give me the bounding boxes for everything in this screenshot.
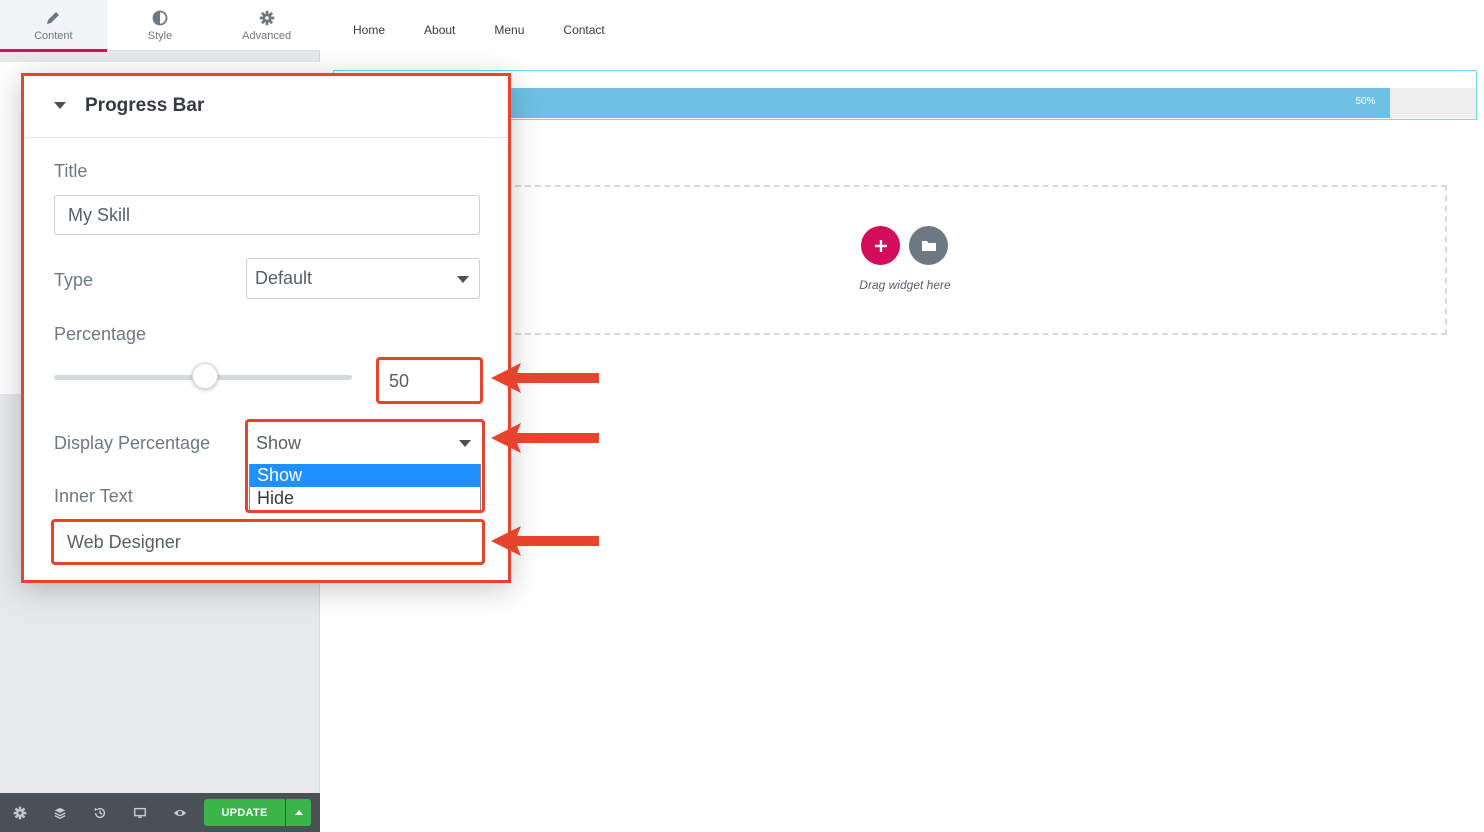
- arrow-left-icon: [491, 423, 599, 453]
- tab-advanced[interactable]: Advanced: [213, 0, 320, 51]
- inner-text-label: Inner Text: [54, 486, 133, 506]
- history-icon: [94, 807, 106, 818]
- folder-icon: [921, 240, 936, 251]
- tab-label: Style: [147, 29, 173, 42]
- contrast-icon: [152, 10, 168, 25]
- chevron-down-icon: [457, 276, 469, 283]
- inner-text-highlight: [51, 519, 485, 565]
- section-header[interactable]: Progress Bar: [24, 76, 508, 138]
- percentage-highlight: [376, 357, 483, 404]
- title-input[interactable]: My Skill: [54, 195, 480, 235]
- settings-button[interactable]: [0, 793, 40, 832]
- responsive-mode-button[interactable]: [120, 793, 160, 832]
- arrow-left-icon: [491, 526, 599, 556]
- section-title: Progress Bar: [85, 95, 205, 116]
- preview-icon: [173, 809, 187, 816]
- tab-style[interactable]: Style: [107, 0, 214, 51]
- drag-widget-label: Drag widget here: [859, 278, 951, 292]
- nav-item-home[interactable]: Home: [353, 23, 385, 37]
- percentage-label: Percentage: [54, 324, 147, 344]
- gear-icon: [259, 10, 274, 25]
- plus-icon: [874, 239, 887, 252]
- arrow-left-icon: [491, 363, 599, 393]
- layers-icon: [54, 807, 66, 819]
- caret-up-icon: [294, 810, 303, 815]
- tab-label: Advanced: [242, 29, 292, 42]
- update-options-button[interactable]: [286, 799, 311, 826]
- display-percentage-label: Display Percentage: [54, 433, 211, 453]
- update-button[interactable]: UPDATE: [204, 799, 285, 826]
- tab-content[interactable]: Content: [0, 0, 107, 52]
- progress-bar-percentage: 50%: [1355, 96, 1376, 107]
- progress-bar-settings-panel: Progress Bar Title My Skill Type Default…: [21, 73, 511, 583]
- preview-button[interactable]: [160, 793, 200, 832]
- editor-tabs: Content Style Advanced: [0, 0, 320, 52]
- editor-footer-toolbar: UPDATE: [0, 793, 320, 832]
- title-input-value: My Skill: [68, 204, 130, 225]
- responsive-icon: [134, 807, 146, 818]
- pencil-icon: [47, 11, 60, 24]
- display-percentage-highlight: [245, 419, 485, 513]
- history-button[interactable]: [80, 793, 120, 832]
- site-navigation: Home About Menu Contact: [353, 23, 644, 37]
- nav-item-contact[interactable]: Contact: [563, 23, 604, 37]
- add-section-button[interactable]: [861, 226, 900, 265]
- title-label: Title: [54, 161, 88, 181]
- settings-icon: [13, 806, 27, 819]
- nav-item-about[interactable]: About: [424, 23, 455, 37]
- add-template-button[interactable]: [909, 226, 948, 265]
- caret-down-icon: [54, 102, 66, 109]
- type-select[interactable]: Default: [246, 258, 480, 299]
- type-label: Type: [54, 270, 94, 290]
- nav-item-menu[interactable]: Menu: [494, 23, 524, 37]
- tab-label: Content: [34, 29, 73, 42]
- type-select-value: Default: [255, 268, 313, 288]
- percentage-slider-handle[interactable]: [192, 363, 218, 389]
- navigator-button[interactable]: [40, 793, 80, 832]
- widget-drop-zone[interactable]: [505, 185, 1447, 335]
